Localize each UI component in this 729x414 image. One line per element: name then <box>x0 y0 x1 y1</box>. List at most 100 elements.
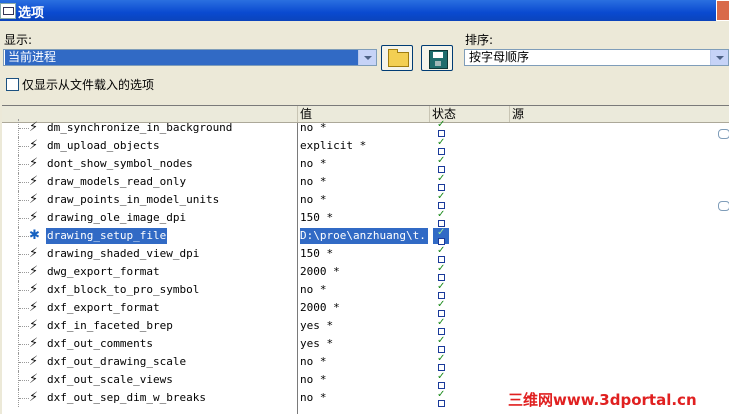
option-value[interactable]: 150 * <box>300 246 428 262</box>
option-value[interactable]: no * <box>300 174 428 190</box>
display-label: 显示: <box>4 33 33 47</box>
option-row[interactable]: ⚡ dxf_out_drawing_scale no * ✓ <box>2 353 729 371</box>
title-bar: 选项 <box>0 0 729 21</box>
tree-connector <box>18 155 29 173</box>
option-value[interactable]: yes * <box>300 336 428 352</box>
option-row[interactable]: ⚡ dm_synchronize_in_background no * ✓ <box>2 119 729 137</box>
tree-connector <box>18 371 29 389</box>
status-square-icon <box>438 184 445 191</box>
watermark: 三维网www.3dportal.cn <box>508 391 697 409</box>
option-value[interactable]: 2000 * <box>300 300 428 316</box>
lightning-icon: ⚡ <box>29 282 39 297</box>
status-square-icon <box>438 130 445 137</box>
option-value[interactable]: no * <box>300 120 428 136</box>
option-row[interactable]: ⚡ drawing_ole_image_dpi 150 * ✓ <box>2 209 729 227</box>
status-icon: ✓ <box>436 300 446 317</box>
display-combobox[interactable]: 当前进程 <box>3 49 377 66</box>
lightning-icon: ⚡ <box>29 174 39 189</box>
lightning-icon: ⚡ <box>29 246 39 261</box>
status-square-icon <box>438 148 445 155</box>
save-button[interactable] <box>421 45 453 71</box>
open-file-button[interactable] <box>381 45 413 71</box>
check-icon: ✓ <box>437 317 446 328</box>
option-row[interactable]: ⚡ dxf_export_format 2000 * ✓ <box>2 299 729 317</box>
check-icon: ✓ <box>437 389 446 400</box>
option-name[interactable]: draw_models_read_only <box>46 174 187 190</box>
option-name[interactable]: dwg_export_format <box>46 264 161 280</box>
option-value[interactable]: 2000 * <box>300 264 428 280</box>
option-row[interactable]: ⚡ draw_models_read_only no * ✓ <box>2 173 729 191</box>
option-value[interactable]: yes * <box>300 318 428 334</box>
option-value[interactable]: no * <box>300 354 428 370</box>
option-row[interactable]: ⚡ drawing_shaded_view_dpi 150 * ✓ <box>2 245 729 263</box>
status-icon: ✓ <box>436 389 446 407</box>
display-value: 当前进程 <box>5 50 358 65</box>
sort-label: 排序: <box>465 33 494 47</box>
option-row[interactable]: ⚡ dxf_in_faceted_brep yes * ✓ <box>2 317 729 335</box>
option-row[interactable]: ⚡ dxf_block_to_pro_symbol no * ✓ <box>2 281 729 299</box>
option-name[interactable]: dxf_out_scale_views <box>46 372 174 388</box>
check-icon: ✓ <box>437 119 446 130</box>
lightning-icon: ⚡ <box>29 372 39 387</box>
option-row[interactable]: ⚡ dxf_out_scale_views no * ✓ <box>2 371 729 389</box>
lightning-icon: ⚡ <box>29 318 39 333</box>
lightning-icon: ⚡ <box>29 210 39 225</box>
option-value[interactable]: no * <box>300 156 428 172</box>
option-value[interactable]: 150 * <box>300 210 428 226</box>
status-square-icon <box>438 346 445 353</box>
tree-connector <box>18 173 29 191</box>
lightning-icon: ⚡ <box>29 192 39 207</box>
option-row[interactable]: ⚡ dxf_out_comments yes * ✓ <box>2 335 729 353</box>
option-name[interactable]: dont_show_symbol_nodes <box>46 156 194 172</box>
option-value[interactable]: D:\proe\anzhuang\t... <box>300 228 428 244</box>
check-icon: ✓ <box>437 173 446 184</box>
vertical-scrollbar[interactable] <box>715 123 729 414</box>
folder-icon <box>388 49 409 67</box>
option-value[interactable]: no * <box>300 282 428 298</box>
lightning-icon: ⚡ <box>29 390 39 405</box>
option-value[interactable]: no * <box>300 390 428 406</box>
file-only-checkbox[interactable] <box>6 78 19 91</box>
option-name[interactable]: drawing_setup_file <box>46 228 168 244</box>
option-name[interactable]: dxf_out_comments <box>46 336 154 352</box>
tree-connector <box>18 353 29 371</box>
option-row[interactable]: ⚡ dont_show_symbol_nodes no * ✓ <box>2 155 729 173</box>
chevron-down-icon[interactable] <box>710 50 728 65</box>
options-list[interactable]: 值 状态 源 ⚡ dm_synchronize_in_background no *… <box>2 105 729 414</box>
option-row[interactable]: ⚡ dm_upload_objects explicit * ✓ <box>2 137 729 155</box>
option-row[interactable]: ⚡ dwg_export_format 2000 * ✓ <box>2 263 729 281</box>
check-icon: ✓ <box>437 353 446 364</box>
check-icon: ✓ <box>437 155 446 166</box>
check-icon: ✓ <box>437 263 446 274</box>
option-value[interactable]: explicit * <box>300 138 428 154</box>
check-icon: ✓ <box>437 281 446 292</box>
option-name[interactable]: dm_synchronize_in_background <box>46 120 233 136</box>
option-name[interactable]: dxf_export_format <box>46 300 161 316</box>
status-icon: ✓ <box>436 281 446 299</box>
option-name[interactable]: dxf_in_faceted_brep <box>46 318 174 334</box>
option-name[interactable]: draw_points_in_model_units <box>46 192 220 208</box>
option-name[interactable]: dm_upload_objects <box>46 138 161 154</box>
tree-connector <box>18 119 29 137</box>
close-button[interactable] <box>716 0 729 21</box>
scroll-thumb[interactable] <box>718 201 729 211</box>
scroll-up-mark[interactable] <box>718 129 729 139</box>
sort-combobox[interactable]: 按字母顺序 <box>464 49 729 66</box>
tree-connector <box>18 281 29 299</box>
chevron-down-icon[interactable] <box>358 50 376 65</box>
check-icon: ✓ <box>437 371 446 382</box>
option-row[interactable]: ✱ drawing_setup_file D:\proe\anzhuang\t...… <box>2 227 729 245</box>
check-icon: ✓ <box>437 227 446 238</box>
tree-connector <box>18 299 29 317</box>
option-value[interactable]: no * <box>300 192 428 208</box>
option-name[interactable]: dxf_out_drawing_scale <box>46 354 187 370</box>
option-row[interactable]: ⚡ draw_points_in_model_units no * ✓ <box>2 191 729 209</box>
option-name[interactable]: drawing_ole_image_dpi <box>46 210 187 226</box>
lightning-icon: ⚡ <box>29 264 39 279</box>
option-value[interactable]: no * <box>300 372 428 388</box>
option-name[interactable]: drawing_shaded_view_dpi <box>46 246 200 262</box>
lightning-icon: ⚡ <box>29 138 39 153</box>
option-name[interactable]: dxf_block_to_pro_symbol <box>46 282 200 298</box>
status-icon: ✓ <box>436 173 446 191</box>
option-name[interactable]: dxf_out_sep_dim_w_breaks <box>46 390 207 406</box>
